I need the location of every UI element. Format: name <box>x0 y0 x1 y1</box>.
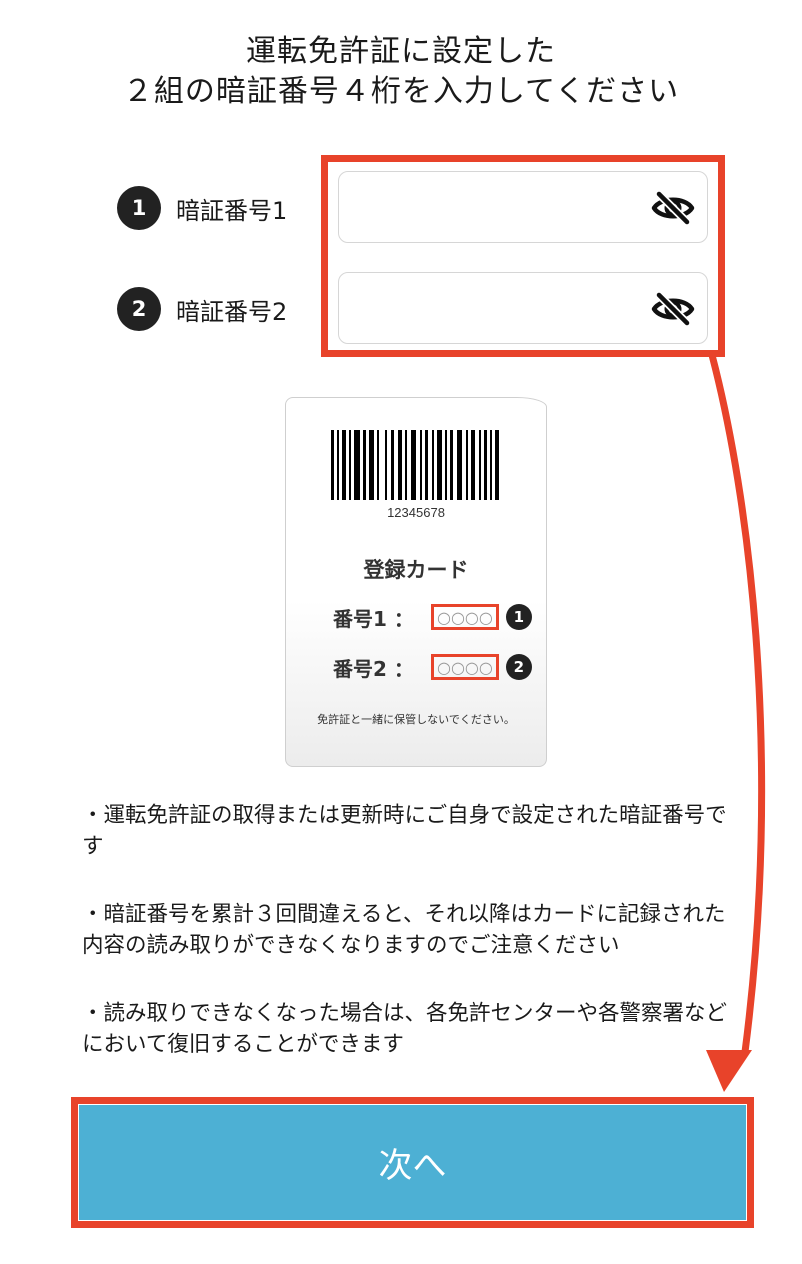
notes-section: ・運転免許証の取得または更新時にご自身で設定された暗証番号です ・暗証番号を累計… <box>82 800 742 1097</box>
card-row-1-label: 番号1 ： <box>333 606 414 631</box>
card-note: 免許証と一緒に保管しないでください。 <box>317 713 515 726</box>
note-item: ・暗証番号を累計３回間違えると、それ以降はカードに記録された内容の読み取りができ… <box>82 902 726 958</box>
registration-card-illustration: 12345678 登録カード 番号1 ： ○○○○ 1 番号2 ： ○○○○ 2… <box>285 397 547 767</box>
pin2-number-badge: 2 <box>117 287 161 331</box>
card-row-1-badge: 1 <box>505 604 532 630</box>
page-title-line-2: ２組の暗証番号４桁を入力してください <box>122 74 680 109</box>
card-row-2: 番号2 ： ○○○○ 2 <box>333 651 532 683</box>
card-title: 登録カード <box>363 558 469 582</box>
barcode-image <box>331 430 499 500</box>
barcode-number: 12345678 <box>387 505 445 520</box>
pin1-label-row: 1 暗証番号1 <box>117 183 287 233</box>
pin1-label: 暗証番号1 <box>176 196 288 225</box>
pin2-label-row: 2 暗証番号2 <box>117 284 287 334</box>
card-row-2-badge: 2 <box>505 654 532 680</box>
page-title-line-1: 運転免許証に設定した <box>246 34 556 69</box>
inputs-highlight-frame <box>321 155 725 357</box>
card-row-2-label: 番号2 ： <box>333 656 414 681</box>
card-row-1: 番号1 ： ○○○○ 1 <box>333 601 532 633</box>
note-item: ・運転免許証の取得または更新時にご自身で設定された暗証番号です <box>82 803 727 859</box>
card-row-1-digits: ○○○○ <box>431 604 499 630</box>
page-title: 運転免許証に設定した ２組の暗証番号４桁を入力してください <box>0 32 802 112</box>
next-button[interactable]: 次へ <box>79 1105 746 1220</box>
pin1-number-badge: 1 <box>117 186 161 230</box>
note-item: ・読み取りできなくなった場合は、各免許センターや各警察署などにおいて復旧すること… <box>82 1001 728 1057</box>
card-row-2-digits: ○○○○ <box>431 654 499 680</box>
pin2-label: 暗証番号2 <box>176 297 288 326</box>
